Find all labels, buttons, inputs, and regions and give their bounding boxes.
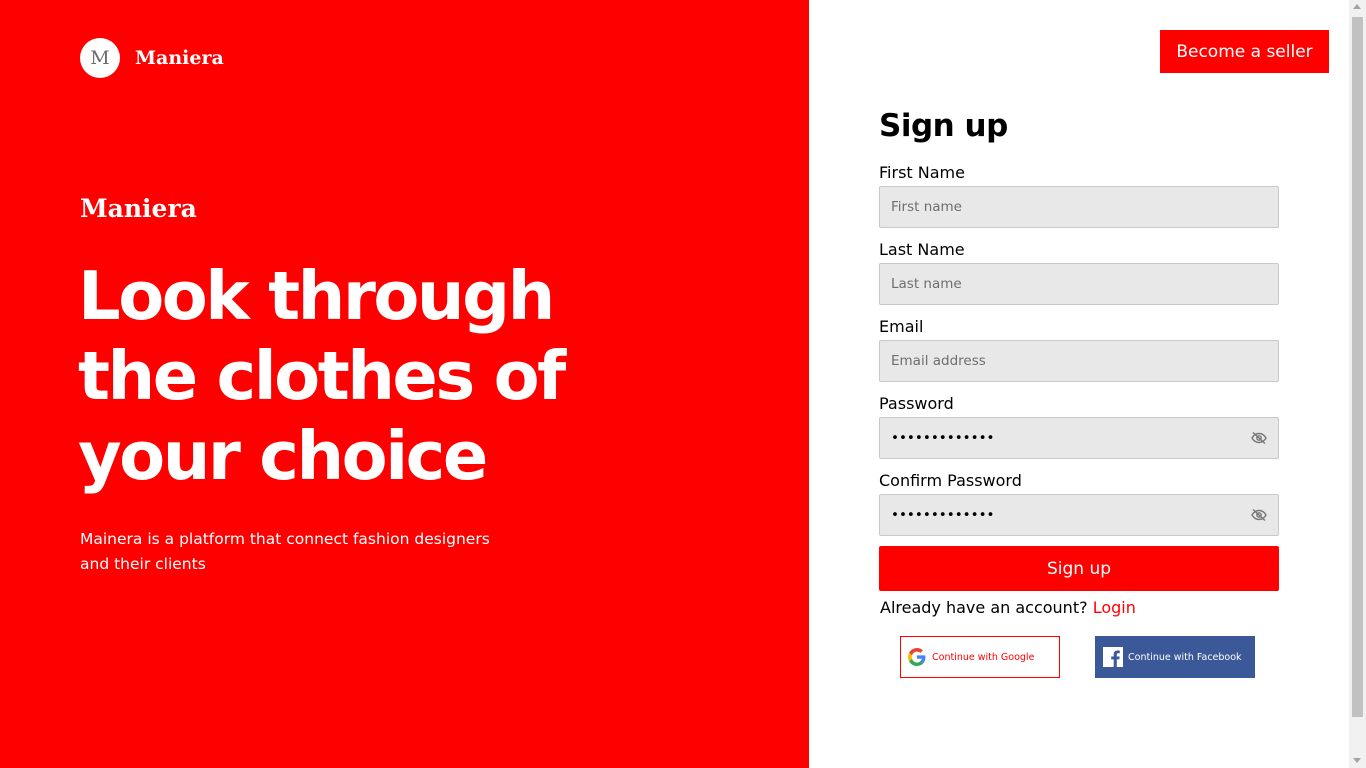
eye-off-icon[interactable]: [1251, 430, 1267, 446]
signup-submit-button[interactable]: Sign up: [879, 546, 1279, 591]
email-label: Email: [879, 317, 924, 336]
login-link[interactable]: Login: [1093, 598, 1136, 617]
facebook-icon: [1103, 647, 1123, 667]
form-title: Sign up: [879, 108, 1008, 144]
become-seller-button[interactable]: Become a seller: [1160, 30, 1329, 73]
signup-form: Sign up First Name Last Name Email Passw…: [879, 105, 1279, 536]
login-prompt-row: Already have an account? Login: [880, 598, 1136, 617]
last-name-label: Last Name: [879, 240, 965, 259]
first-name-group: First Name: [879, 163, 1279, 228]
google-icon: [908, 648, 926, 666]
confirm-password-group: Confirm Password: [879, 471, 1279, 536]
scrollbar-thumb[interactable]: [1352, 17, 1363, 717]
password-input[interactable]: [879, 417, 1279, 459]
scroll-up-arrow-icon[interactable]: [1353, 4, 1361, 9]
password-label: Password: [879, 394, 954, 413]
hero-subtitle-line: and their clients: [80, 555, 206, 573]
hero-subtitle-line: Mainera is a platform that connect fashi…: [80, 530, 490, 548]
hero-subtitle: Mainera is a platform that connect fashi…: [80, 527, 520, 577]
scroll-down-arrow-icon[interactable]: [1353, 758, 1361, 763]
password-wrap: [879, 417, 1279, 459]
logo-icon: M: [80, 38, 120, 78]
eye-off-icon[interactable]: [1251, 507, 1267, 523]
facebook-signin-button[interactable]: Continue with Facebook: [1095, 636, 1255, 678]
password-group: Password: [879, 394, 1279, 459]
first-name-label: First Name: [879, 163, 965, 182]
google-label: Continue with Google: [932, 651, 1035, 663]
hero-title-line: your choice: [78, 417, 488, 495]
confirm-password-wrap: [879, 494, 1279, 536]
facebook-label: Continue with Facebook: [1128, 651, 1242, 663]
hero-title-line: the clothes of: [78, 337, 566, 415]
first-name-input[interactable]: [879, 186, 1279, 228]
email-input[interactable]: [879, 340, 1279, 382]
hero-title-line: Look through: [78, 257, 555, 335]
hero-panel: M Maniera Maniera Look through the cloth…: [0, 0, 809, 768]
brand-header[interactable]: M Maniera: [80, 38, 224, 78]
last-name-input[interactable]: [879, 263, 1279, 305]
hero-brand: Maniera: [80, 194, 197, 223]
email-group: Email: [879, 317, 1279, 382]
last-name-group: Last Name: [879, 240, 1279, 305]
hero-title: Look through the clothes of your choice: [78, 256, 678, 496]
google-signin-button[interactable]: Continue with Google: [900, 636, 1060, 678]
brand-name: Maniera: [135, 47, 224, 69]
confirm-password-label: Confirm Password: [879, 471, 1022, 490]
login-prompt: Already have an account?: [880, 598, 1088, 617]
confirm-password-input[interactable]: [879, 494, 1279, 536]
